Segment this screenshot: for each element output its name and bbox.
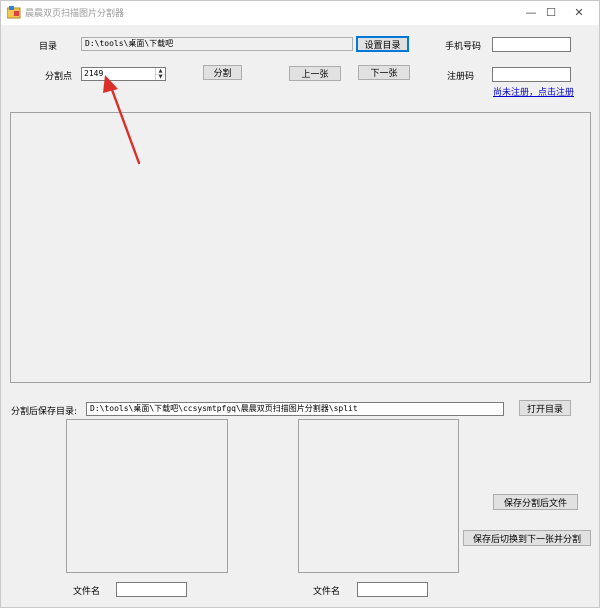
save-dir-field[interactable]: D:\tools\桌面\下载吧\ccsysmtpfgq\晨晨双页扫描图片分割器\… [86,402,504,416]
close-icon[interactable]: ✕ [557,1,600,23]
window-title: 晨晨双页扫描图片分割器 [25,9,125,19]
left-half-panel [66,419,228,573]
right-filename-input[interactable] [357,582,428,597]
split-point-stepper[interactable]: 2149 ▲ ▼ [81,67,166,81]
app-icon [7,6,21,19]
spinner-buttons: ▲ ▼ [155,68,165,80]
save-next-button[interactable]: 保存后切换到下一张并分割 [463,530,591,546]
reg-code-input[interactable] [492,67,571,82]
split-point-label: 分割点 [45,72,73,82]
open-dir-button[interactable]: 打开目录 [519,400,571,416]
right-half-panel [298,419,459,573]
left-filename-label: 文件名 [73,587,101,597]
dir-field[interactable]: D:\tools\桌面\下载吧 [81,37,353,51]
save-split-button[interactable]: 保存分割后文件 [493,494,578,510]
title-bar[interactable]: 晨晨双页扫描图片分割器 — ☐ ✕ [1,1,599,25]
phone-input[interactable] [492,37,571,52]
preview-panel [10,112,591,383]
next-button[interactable]: 下一张 [358,65,410,80]
save-dir-label: 分割后保存目录: [11,407,78,417]
set-dir-button[interactable]: 设置目录 [356,36,409,52]
spin-down-icon[interactable]: ▼ [156,74,165,80]
app-window: 晨晨双页扫描图片分割器 — ☐ ✕ 目录 D:\tools\桌面\下载吧 设置目… [0,0,600,608]
prev-button[interactable]: 上一张 [289,66,341,81]
split-button[interactable]: 分割 [203,65,242,80]
right-filename-label: 文件名 [313,587,341,597]
register-link[interactable]: 尚未注册，点击注册 [493,85,574,98]
phone-label: 手机号码 [445,42,482,52]
left-filename-input[interactable] [116,582,187,597]
reg-code-label: 注册码 [447,72,475,82]
dir-label: 目录 [39,42,58,52]
split-point-value: 2149 [84,69,104,78]
